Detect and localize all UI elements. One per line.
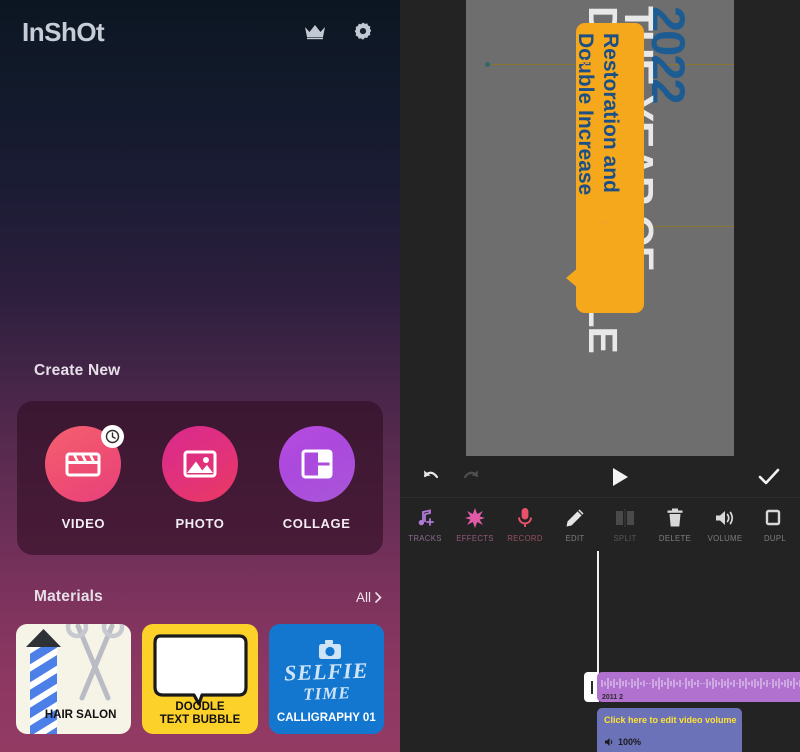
tool-label-delete: DELETE — [658, 534, 692, 543]
doodle-label-line1: DOODLE — [175, 701, 225, 713]
speaker-icon — [714, 507, 736, 529]
gear-icon[interactable] — [348, 17, 378, 47]
materials-list: HAIR SALON DOODLE TEXT BUBBLE SELFIE TIM… — [0, 624, 400, 734]
guide-anchor-dot — [485, 62, 490, 67]
materials-title: Materials — [34, 588, 103, 605]
check-icon[interactable] — [754, 462, 784, 492]
calligraphy-art-line1: SELFIE — [283, 657, 369, 686]
video-circle-wrap — [45, 424, 125, 502]
duplicate-icon — [765, 507, 785, 529]
scale-handle-icon[interactable]: ✛ — [602, 218, 610, 229]
create-new-card: VIDEO PHOTO COLLAGE — [17, 401, 383, 555]
create-video-button[interactable]: VIDEO — [30, 424, 136, 531]
video-clip[interactable]: Click here to edit video volume 100% — [597, 708, 742, 752]
video-preview-canvas[interactable]: 2022 THE YEAR OF DOUBLE-DOUBLE Restorati… — [466, 0, 734, 456]
clock-icon — [101, 424, 125, 448]
tool-edit[interactable]: EDIT — [550, 507, 600, 543]
microphone-icon — [516, 507, 534, 529]
tool-label-split: SPLIT — [613, 534, 637, 543]
video-volume-hint[interactable]: Click here to edit video volume — [604, 715, 737, 725]
tool-effects[interactable]: EFFECTS — [450, 507, 500, 543]
tool-tracks[interactable]: TRACKS — [400, 507, 450, 543]
play-icon[interactable] — [605, 462, 635, 492]
pencil-icon — [565, 507, 585, 529]
tool-label-record: RECORD — [507, 534, 543, 543]
create-photo-label: PHOTO — [175, 515, 225, 531]
redo-icon[interactable] — [456, 462, 486, 492]
tool-label-duplicate: DUPL — [764, 534, 786, 543]
video-volume-row[interactable]: 100% — [604, 737, 641, 747]
materials-all-link[interactable]: All — [356, 590, 382, 605]
app-logo: InShOt — [22, 16, 105, 47]
create-photo-button[interactable]: PHOTO — [147, 425, 253, 531]
tool-label-edit: EDIT — [565, 534, 585, 543]
tool-volume[interactable]: VOLUME — [700, 507, 750, 543]
music-note-plus-icon — [415, 507, 435, 529]
create-collage-label: COLLAGE — [282, 515, 351, 531]
photo-circle-wrap — [161, 425, 238, 502]
calligraphy-art-text: SELFIE TIME — [269, 657, 384, 706]
tool-record[interactable]: RECORD — [500, 507, 550, 543]
app-root: InShOt Create New VIDEO PHOTO COLLAGE Ma… — [0, 0, 800, 752]
materials-header: Materials All — [0, 588, 400, 606]
calligraphy-art-line2: TIME — [302, 683, 351, 704]
audio-clip-label: 2011 2 — [602, 694, 624, 701]
chevron-right-icon — [375, 591, 382, 603]
speaker-small-icon — [605, 738, 613, 746]
collage-circle-wrap — [278, 425, 355, 502]
tool-label-volume: VOLUME — [707, 534, 743, 543]
tool-duplicate[interactable]: DUPL — [750, 507, 800, 543]
image-icon — [161, 425, 238, 502]
material-label-hair-salon: HAIR SALON — [44, 709, 117, 721]
edit-toolbar: TRACKS EFFECTS RECORD EDIT SPLIT DELETE … — [400, 499, 800, 551]
split-icon — [614, 507, 636, 529]
audio-clip[interactable]: 2011 2 — [597, 672, 800, 702]
editor-panel: 2022 THE YEAR OF DOUBLE-DOUBLE Restorati… — [400, 0, 800, 752]
create-video-label: VIDEO — [61, 515, 106, 531]
create-new-title: Create New — [34, 362, 121, 379]
undo-icon[interactable] — [416, 462, 446, 492]
rotation-handle-icon[interactable]: ✛ — [579, 56, 590, 72]
bubble-tail — [566, 267, 579, 289]
playhead[interactable] — [597, 551, 599, 681]
crown-icon[interactable] — [300, 17, 330, 47]
audio-waveform — [601, 677, 800, 690]
collage-icon — [278, 425, 355, 502]
tool-delete[interactable]: DELETE — [650, 507, 700, 543]
home-panel: InShOt Create New VIDEO PHOTO COLLAGE Ma… — [0, 0, 400, 752]
create-collage-button[interactable]: COLLAGE — [264, 425, 370, 531]
material-card-calligraphy[interactable]: SELFIE TIME CALLIGRAPHY 01 — [268, 624, 384, 734]
preview-bubble-line1: Restoration and — [599, 33, 622, 193]
material-card-doodle[interactable]: DOODLE TEXT BUBBLE — [142, 624, 258, 734]
tool-label-effects: EFFECTS — [456, 534, 494, 543]
material-label-doodle: DOODLE TEXT BUBBLE — [142, 701, 257, 727]
timeline-area[interactable]: 2011 2 Click here to edit video volume 1… — [400, 551, 800, 752]
player-control-bar — [400, 456, 800, 498]
tool-split[interactable]: SPLIT — [600, 507, 650, 543]
top-bar: InShOt — [0, 0, 400, 64]
handle-grip — [590, 680, 593, 694]
material-card-hair-salon[interactable]: HAIR SALON — [16, 624, 132, 734]
material-label-calligraphy: CALLIGRAPHY 01 — [276, 712, 376, 724]
trash-icon — [666, 507, 684, 529]
materials-all-label: All — [355, 589, 371, 605]
video-volume-value: 100% — [618, 737, 642, 747]
starburst-icon — [465, 507, 485, 529]
tool-label-tracks: TRACKS — [408, 534, 442, 543]
doodle-label-line2: TEXT BUBBLE — [159, 714, 241, 726]
